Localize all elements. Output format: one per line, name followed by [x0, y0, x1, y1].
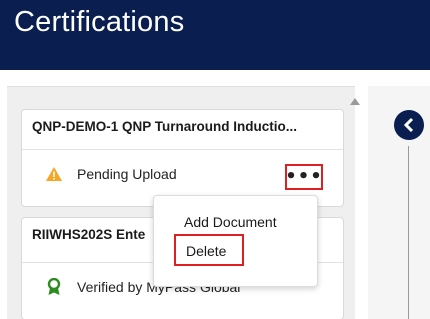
scrollbar[interactable]: [348, 96, 362, 319]
back-button[interactable]: [394, 110, 424, 140]
page-title: Certifications: [14, 6, 185, 38]
menu-item-delete[interactable]: Delete: [174, 234, 244, 266]
more-options-button[interactable]: •••: [285, 164, 323, 190]
options-dropdown-menu: Add Document Delete: [153, 195, 318, 287]
timeline-line: [408, 146, 409, 319]
award-ribbon-icon: [42, 278, 66, 296]
scroll-up-icon[interactable]: [350, 98, 360, 105]
app-header: Certifications: [0, 0, 430, 70]
certification-title: QNP-DEMO-1 QNP Turnaround Inductio...: [32, 119, 297, 134]
certification-status: Pending Upload: [77, 166, 177, 182]
certification-card[interactable]: QNP-DEMO-1 QNP Turnaround Inductio... Pe…: [21, 109, 344, 207]
chevron-left-icon: [403, 117, 414, 133]
card-divider: [22, 149, 343, 150]
warning-icon: [42, 166, 66, 182]
detail-panel: [368, 86, 430, 319]
menu-item-add-document[interactable]: Add Document: [184, 214, 277, 230]
